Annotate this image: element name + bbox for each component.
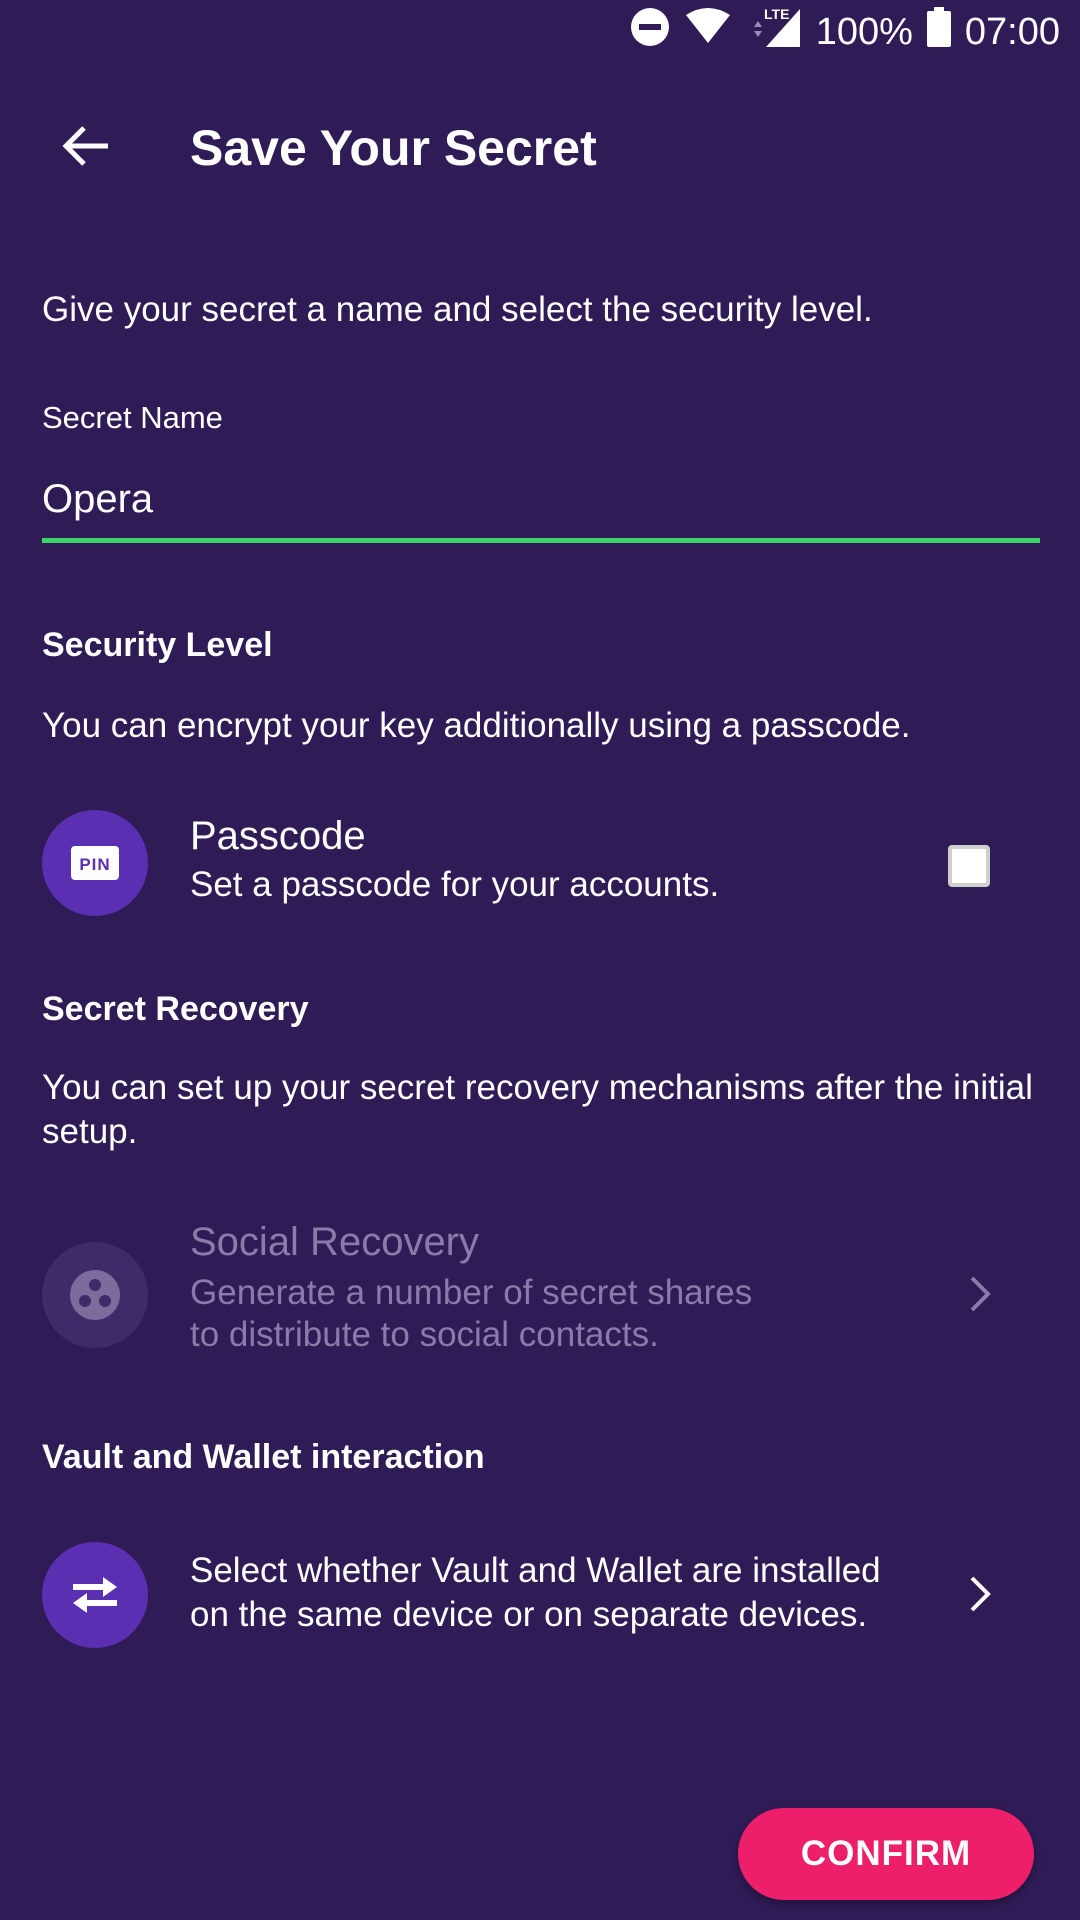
svg-text:PIN: PIN (79, 855, 110, 874)
passcode-row[interactable]: PIN Passcode Set a passcode for your acc… (0, 810, 1080, 920)
vault-wallet-line-2: on the same device or on separate device… (190, 1595, 868, 1634)
security-level-description: You can encrypt your key additionally us… (42, 706, 911, 745)
passcode-checkbox[interactable] (948, 845, 990, 887)
secret-recovery-title: Secret Recovery (42, 990, 309, 1028)
status-icons: LTE 100% 07:00 (630, 5, 1060, 59)
vault-wallet-title: Vault and Wallet interaction (42, 1438, 485, 1476)
status-bar: LTE 100% 07:00 (0, 0, 1080, 64)
svg-text:LTE: LTE (764, 6, 789, 22)
secret-name-input[interactable] (42, 464, 1038, 534)
battery-percent: 100% (815, 10, 913, 53)
page-title: Save Your Secret (190, 120, 597, 176)
wifi-icon (684, 7, 732, 57)
secret-name-underline (42, 538, 1040, 543)
secret-recovery-description: You can set up your secret recovery mech… (42, 1068, 1033, 1151)
security-level-title: Security Level (42, 626, 273, 664)
social-recovery-subtitle-2: to distribute to social contacts. (190, 1315, 659, 1354)
back-button[interactable] (44, 106, 128, 190)
swap-arrows-icon (42, 1542, 148, 1648)
chevron-right-icon (960, 1574, 1000, 1614)
vault-wallet-row[interactable]: Select whether Vault and Wallet are inst… (0, 1540, 1080, 1650)
passcode-title: Passcode (190, 814, 366, 858)
battery-icon (926, 7, 951, 57)
passcode-subtitle: Set a passcode for your accounts. (190, 865, 720, 904)
pin-icon: PIN (42, 810, 148, 916)
app-bar: Save Your Secret (0, 64, 1080, 210)
arrow-back-icon (62, 124, 110, 173)
social-recovery-subtitle-1: Generate a number of secret shares (190, 1273, 753, 1312)
vault-wallet-line-1: Select whether Vault and Wallet are inst… (190, 1551, 881, 1590)
chevron-right-icon (960, 1274, 1000, 1314)
social-recovery-icon (42, 1242, 148, 1348)
secret-name-label: Secret Name (42, 400, 223, 435)
social-recovery-title: Social Recovery (190, 1220, 480, 1264)
confirm-button[interactable]: CONFIRM (738, 1808, 1034, 1900)
social-recovery-row: Social Recovery Generate a number of sec… (0, 1214, 1080, 1354)
intro-text: Give your secret a name and select the s… (42, 290, 873, 329)
do-not-disturb-icon (630, 7, 670, 57)
status-time: 07:00 (964, 10, 1060, 53)
signal-icon: LTE (746, 5, 802, 59)
